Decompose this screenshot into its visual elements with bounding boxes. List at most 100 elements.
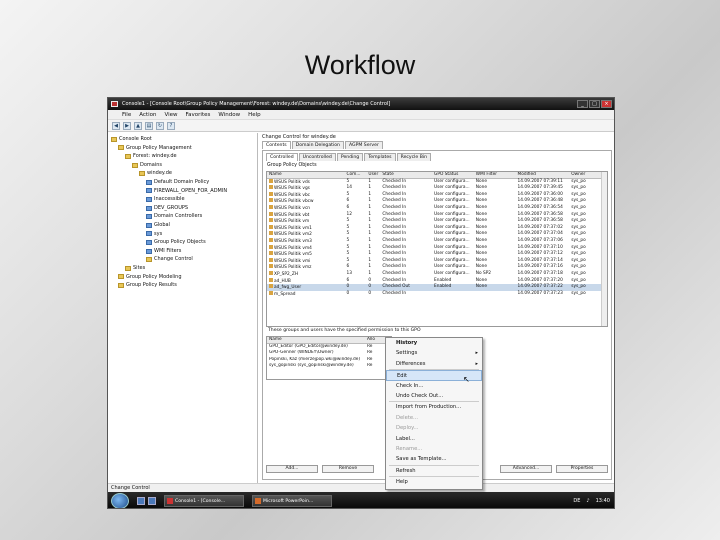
table-row[interactable]: XP_SP2_ZH 13 1 Checked In User configura... N… [267, 270, 607, 278]
taskbar-item-console[interactable]: Console1 - [Console... [164, 495, 244, 507]
table-row[interactable]: WSUS Politik vm3 5 1 Checked In User configu… [267, 237, 607, 245]
column-header[interactable]: Name [267, 172, 347, 178]
table-row[interactable]: WSUS Politik vcn 6 1 Checked In User configu… [267, 204, 607, 212]
volume-icon[interactable]: ♪ [586, 498, 589, 504]
column-header[interactable]: GPO Status [434, 172, 476, 178]
tab-contents[interactable]: Contents [262, 141, 291, 149]
context-menu-item[interactable]: History [386, 338, 482, 348]
show-tree-icon[interactable]: ▤ [145, 121, 153, 130]
menu-item-help[interactable]: Help [248, 112, 261, 118]
table-row[interactable]: WSUS Politik vbcw 6 1 Checked In User config… [267, 198, 607, 205]
tree-node[interactable]: windey.de [111, 169, 257, 178]
table-row[interactable]: WSUS Politik vm5 5 1 Checked In User configu… [267, 251, 607, 258]
table-row[interactable]: WSUS Politik vm 5 1 Checked In User configur… [267, 218, 607, 225]
tree-node[interactable]: Inaccessible [111, 195, 257, 204]
table-row[interactable]: ad_fwg_User 0 0 Checked Out Enabled None 14.09… [267, 284, 607, 291]
tree-node[interactable]: Global [111, 221, 257, 230]
menu-item-favorites[interactable]: Favorites [186, 112, 211, 118]
table-cell: Checked In [382, 251, 407, 257]
column-header[interactable]: Com... [347, 172, 369, 178]
taskbar-item-powerpoint[interactable]: Microsoft PowerPoin... [252, 495, 332, 507]
context-menu-item: Delete... [386, 413, 482, 423]
tree-node[interactable]: Console Root [111, 135, 257, 144]
subtab-pending[interactable]: Pending [336, 153, 364, 161]
tree-node[interactable]: Group Policy Objects [111, 238, 257, 247]
tab-domain-delegation[interactable]: Domain Delegation [291, 141, 344, 149]
window-title: Console1 - [Console Root\Group Policy Ma… [122, 101, 391, 107]
forward-icon[interactable]: ▶ [123, 121, 131, 130]
table-cell: 5 [346, 231, 350, 237]
tab-agpm-server[interactable]: AGPM Server [344, 141, 383, 149]
maximize-icon[interactable]: □ [589, 100, 600, 108]
properties-button[interactable]: Properties [556, 465, 608, 473]
remove-button[interactable]: Remove [322, 465, 374, 473]
table-cell: 1 [368, 237, 372, 243]
subtab-recycle-bin[interactable]: Recycle Bin [396, 153, 432, 161]
show-desktop-icon[interactable] [137, 497, 145, 505]
tree-node[interactable]: Group Policy Results [111, 281, 257, 290]
table-row[interactable]: sys_gopinski (sys_gopinski@windey.de) Re [267, 363, 391, 370]
tree-node[interactable]: Default Domain Policy [111, 178, 257, 187]
subtab-controlled[interactable]: Controlled [266, 153, 298, 161]
column-header[interactable]: Name [267, 337, 367, 343]
refresh-icon[interactable]: ↻ [156, 121, 164, 130]
help-icon[interactable]: ? [167, 121, 175, 130]
tree-node[interactable]: Change Control [111, 255, 257, 264]
context-menu-label: Deploy... [396, 425, 419, 432]
vertical-scrollbar[interactable] [601, 172, 607, 326]
menu-item-action[interactable]: Action [139, 112, 156, 118]
switch-windows-icon[interactable] [148, 497, 156, 505]
panel-header: Change Control for windey.de [259, 133, 614, 141]
column-header[interactable]: State [382, 172, 434, 178]
menu-item-file[interactable]: File [122, 112, 131, 118]
table-row[interactable]: WSUS Politik vgs 14 1 Checked In User config… [267, 185, 607, 192]
add-button[interactable]: Add... [266, 465, 318, 473]
column-header[interactable]: Modified [518, 172, 572, 178]
menu-item-window[interactable]: Window [218, 112, 240, 118]
context-menu-item[interactable]: Differences ▸ [386, 359, 482, 369]
table-row[interactable]: GPO_Editor (GPO_Editor@windey.de) Re [267, 344, 391, 351]
tree-node[interactable]: Domain Controllers [111, 212, 257, 221]
context-menu-item[interactable]: Import from Production... [386, 402, 482, 412]
folder-icon [118, 274, 124, 280]
table-cell: 5 [346, 224, 350, 230]
table-row[interactable]: m_Spread 0 0 Checked In 14.09.2007 07:37:23 s… [267, 290, 607, 298]
tree-node[interactable]: Forest: windey.de [111, 152, 257, 161]
advanced-button[interactable]: Advanced... [500, 465, 552, 473]
context-menu-item[interactable]: Undo Check Out... [386, 391, 482, 401]
close-icon[interactable]: × [601, 100, 612, 108]
column-header[interactable]: User [368, 172, 382, 178]
clock[interactable]: 13:40 [596, 498, 610, 504]
context-menu-label: Import from Production... [396, 404, 462, 411]
table-row[interactable]: Popinski, Kaz (mierzejpop.wki@windey.de)… [267, 357, 391, 364]
table-cell: Popinski, Kaz (mierzejpop.wki@windey.de) [269, 356, 361, 362]
up-icon[interactable]: ▲ [134, 121, 142, 130]
start-button[interactable] [111, 493, 129, 508]
context-menu-item[interactable]: Settings ▸ [386, 348, 482, 358]
minimize-icon[interactable]: _ [577, 100, 588, 108]
table-row[interactable]: WSUS Politik vm2 5 1 Checked In User configu… [267, 231, 607, 238]
table-row[interactable]: GPO-Genner (WINDEY\Owner) Re [267, 350, 391, 357]
context-menu-item[interactable]: Help [386, 477, 482, 487]
tree-node[interactable]: sys [111, 230, 257, 239]
tree-node[interactable]: DEV_GROUPS [111, 204, 257, 213]
tree-node-label: windey.de [147, 170, 172, 177]
table-cell: 5 [346, 257, 350, 263]
tree-node[interactable]: Domains [111, 161, 257, 170]
status-bar: Change Control [108, 483, 614, 492]
context-menu-item[interactable]: Label... [386, 434, 482, 444]
language-indicator[interactable]: DE [573, 498, 580, 504]
back-icon[interactable]: ◀ [112, 121, 120, 130]
subtab-templates[interactable]: Templates [364, 153, 396, 161]
tree-node[interactable]: Group Policy Modeling [111, 273, 257, 282]
menu-item-view[interactable]: View [164, 112, 177, 118]
tree-node[interactable]: WMI Filters [111, 247, 257, 256]
tree-node[interactable]: FIREWALL_OPEN_FOR_ADMIN [111, 187, 257, 196]
context-menu-item[interactable]: Save as Template... [386, 454, 482, 464]
subtab-uncontrolled[interactable]: Uncontrolled [298, 153, 336, 161]
table-row[interactable]: WSUS Politik vmz 6 1 Checked In User configu… [267, 264, 607, 271]
tree-node[interactable]: Group Policy Management [111, 144, 257, 153]
context-menu-item[interactable]: Refresh [386, 466, 482, 476]
column-header[interactable]: WMI Filter [476, 172, 518, 178]
tree-node[interactable]: Sites [111, 264, 257, 273]
